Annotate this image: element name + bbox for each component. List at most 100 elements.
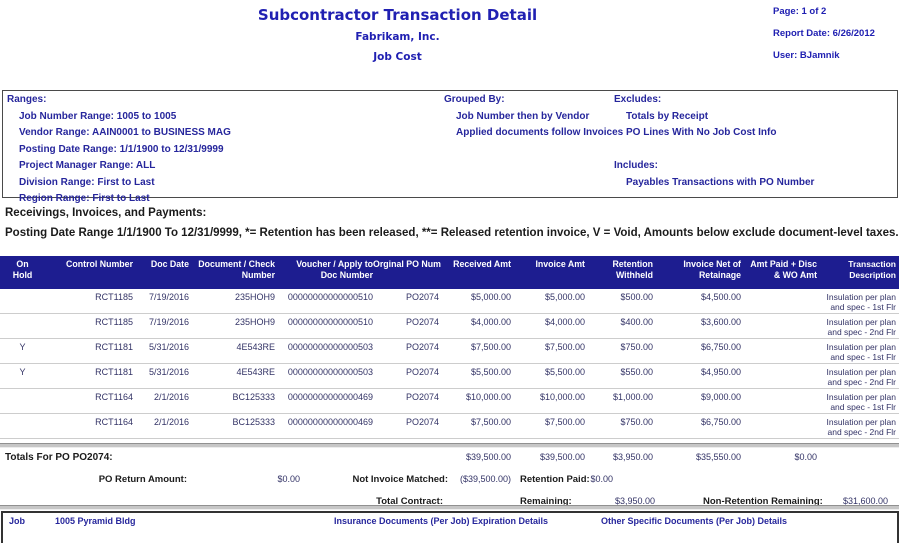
cell-net: $6,750.00 [653, 342, 741, 363]
range-item: Vendor Range: AAIN0001 to BUSINESS MAG [7, 127, 231, 144]
cell-voucher: 00000000000000510 [275, 317, 373, 338]
cell-voucher: 00000000000000503 [275, 367, 373, 388]
grouped-by-column: Grouped By: Job Number then by VendorApp… [444, 94, 623, 144]
cell-doc-date: 5/31/2016 [133, 342, 189, 363]
cell-retention: $550.00 [585, 367, 653, 388]
cell-received: $7,500.00 [439, 417, 511, 438]
cell-po: PO2074 [373, 392, 439, 413]
cell-net: $3,600.00 [653, 317, 741, 338]
footer-center: Insurance Documents (Per Job) Expiration… [334, 516, 548, 526]
cell-on-hold: Y [0, 342, 45, 363]
po-return-label: PO Return Amount: [99, 474, 187, 485]
report-header: Subcontractor Transaction Detail Fabrika… [0, 6, 795, 63]
report-user: User: BJamnik [773, 50, 875, 61]
cell-net: $9,000.00 [653, 392, 741, 413]
col-amt-paid: Amt Paid + Disc & WO Amt [741, 259, 817, 289]
cell-received: $7,500.00 [439, 342, 511, 363]
total-received: $39,500.00 [439, 452, 511, 463]
cell-doc-check: 235HOH9 [189, 317, 275, 338]
table-row: RCT1185 7/19/2016 235HOH9 00000000000000… [0, 289, 899, 314]
footer-section: Job 1005 Pyramid Bldg Insurance Document… [1, 511, 899, 543]
includes-label: Includes: [614, 160, 814, 177]
section-legend: Posting Date Range 1/1/1900 To 12/31/999… [5, 227, 899, 239]
col-original-po: Orginal PO Num [373, 259, 439, 289]
grouped-by-item: Job Number then by Vendor [444, 111, 623, 128]
grouped-by-list: Job Number then by VendorApplied documen… [444, 111, 623, 144]
cell-net: $4,500.00 [653, 292, 741, 313]
table-row: Y RCT1181 5/31/2016 4E543RE 000000000000… [0, 364, 899, 389]
includes-list: Payables Transactions with PO Number [614, 177, 814, 194]
cell-po: PO2074 [373, 317, 439, 338]
cell-description: Insulation per plan and spec - 1st Flr [817, 342, 899, 363]
cell-invoice: $7,500.00 [511, 417, 585, 438]
ranges-label: Ranges: [7, 94, 231, 111]
range-item: Project Manager Range: ALL [7, 160, 231, 177]
page-title: Subcontractor Transaction Detail [0, 6, 795, 24]
cell-voucher: 00000000000000510 [275, 292, 373, 313]
report-date: Report Date: 6/26/2012 [773, 28, 875, 39]
total-retention: $3,950.00 [585, 452, 653, 463]
table-header: On Hold Control Number Doc Date Document… [0, 256, 899, 289]
cell-description: Insulation per plan and spec - 1st Flr [817, 292, 899, 313]
footer-right: Other Specific Documents (Per Job) Detai… [601, 516, 787, 526]
cell-on-hold [0, 417, 45, 438]
total-desc-spacer [817, 452, 899, 463]
totals-heading: Totals For PO PO2074: [0, 452, 439, 463]
not-invoice-matched-value: ($39,500.00) [460, 474, 511, 484]
divider [0, 443, 899, 448]
col-invoice-net: Invoice Net of Retainage [653, 259, 741, 289]
cell-paid [741, 392, 817, 413]
cell-received: $5,000.00 [439, 292, 511, 313]
cell-retention: $1,000.00 [585, 392, 653, 413]
cell-control: RCT1181 [45, 367, 133, 388]
company-name: Fabrikam, Inc. [0, 31, 795, 43]
cell-on-hold [0, 392, 45, 413]
cell-on-hold [0, 317, 45, 338]
retention-paid-label: Retention Paid: [520, 474, 590, 485]
cell-invoice: $4,000.00 [511, 317, 585, 338]
total-net: $35,550.00 [653, 452, 741, 463]
table-row: RCT1164 2/1/2016 BC125333 00000000000000… [0, 389, 899, 414]
cell-voucher: 00000000000000469 [275, 417, 373, 438]
cell-doc-date: 7/19/2016 [133, 292, 189, 313]
col-doc-check: Document / Check Number [189, 259, 275, 289]
range-item: Division Range: First to Last [7, 177, 231, 194]
table-row: RCT1185 7/19/2016 235HOH9 00000000000000… [0, 314, 899, 339]
cell-invoice: $10,000.00 [511, 392, 585, 413]
cell-doc-check: 4E543RE [189, 342, 275, 363]
report-meta: Page: 1 of 2 Report Date: 6/26/2012 User… [773, 6, 875, 72]
cell-doc-date: 5/31/2016 [133, 367, 189, 388]
cell-doc-check: BC125333 [189, 392, 275, 413]
filters-box: Ranges: Job Number Range: 1005 to 1005Ve… [2, 90, 898, 198]
exclude-item: PO Lines With No Job Cost Info [614, 127, 814, 144]
cell-control: RCT1164 [45, 392, 133, 413]
cell-doc-check: BC125333 [189, 417, 275, 438]
cell-doc-check: 4E543RE [189, 367, 275, 388]
cell-po: PO2074 [373, 342, 439, 363]
ranges-column: Ranges: Job Number Range: 1005 to 1005Ve… [7, 94, 231, 210]
report-page: { "report": { "title": "Subcontractor Tr… [0, 0, 900, 526]
section-heading: Receivings, Invoices, and Payments: [5, 207, 206, 219]
excludes-list: Totals by ReceiptPO Lines With No Job Co… [614, 111, 814, 144]
cell-description: Insulation per plan and spec - 1st Flr [817, 392, 899, 413]
table-row: RCT1164 2/1/2016 BC125333 00000000000000… [0, 414, 899, 439]
grouped-by-label: Grouped By: [444, 94, 623, 111]
po-return-value: $0.00 [277, 474, 300, 484]
page-indicator: Page: 1 of 2 [773, 6, 875, 17]
ranges-list: Job Number Range: 1005 to 1005Vendor Ran… [7, 111, 231, 210]
total-paid: $0.00 [741, 452, 817, 463]
cell-on-hold [0, 292, 45, 313]
range-item: Posting Date Range: 1/1/1900 to 12/31/99… [7, 144, 231, 161]
cell-received: $5,500.00 [439, 367, 511, 388]
cell-doc-date: 7/19/2016 [133, 317, 189, 338]
col-control-number: Control Number [45, 259, 133, 289]
footer-job-label: Job [9, 516, 25, 526]
cell-retention: $750.00 [585, 417, 653, 438]
include-item: Payables Transactions with PO Number [614, 177, 814, 194]
cell-voucher: 00000000000000469 [275, 392, 373, 413]
col-retention: Retention Withheld [585, 259, 653, 289]
cell-voucher: 00000000000000503 [275, 342, 373, 363]
cell-doc-date: 2/1/2016 [133, 392, 189, 413]
table-body: RCT1185 7/19/2016 235HOH9 00000000000000… [0, 289, 899, 439]
exclude-item: Totals by Receipt [614, 111, 814, 128]
